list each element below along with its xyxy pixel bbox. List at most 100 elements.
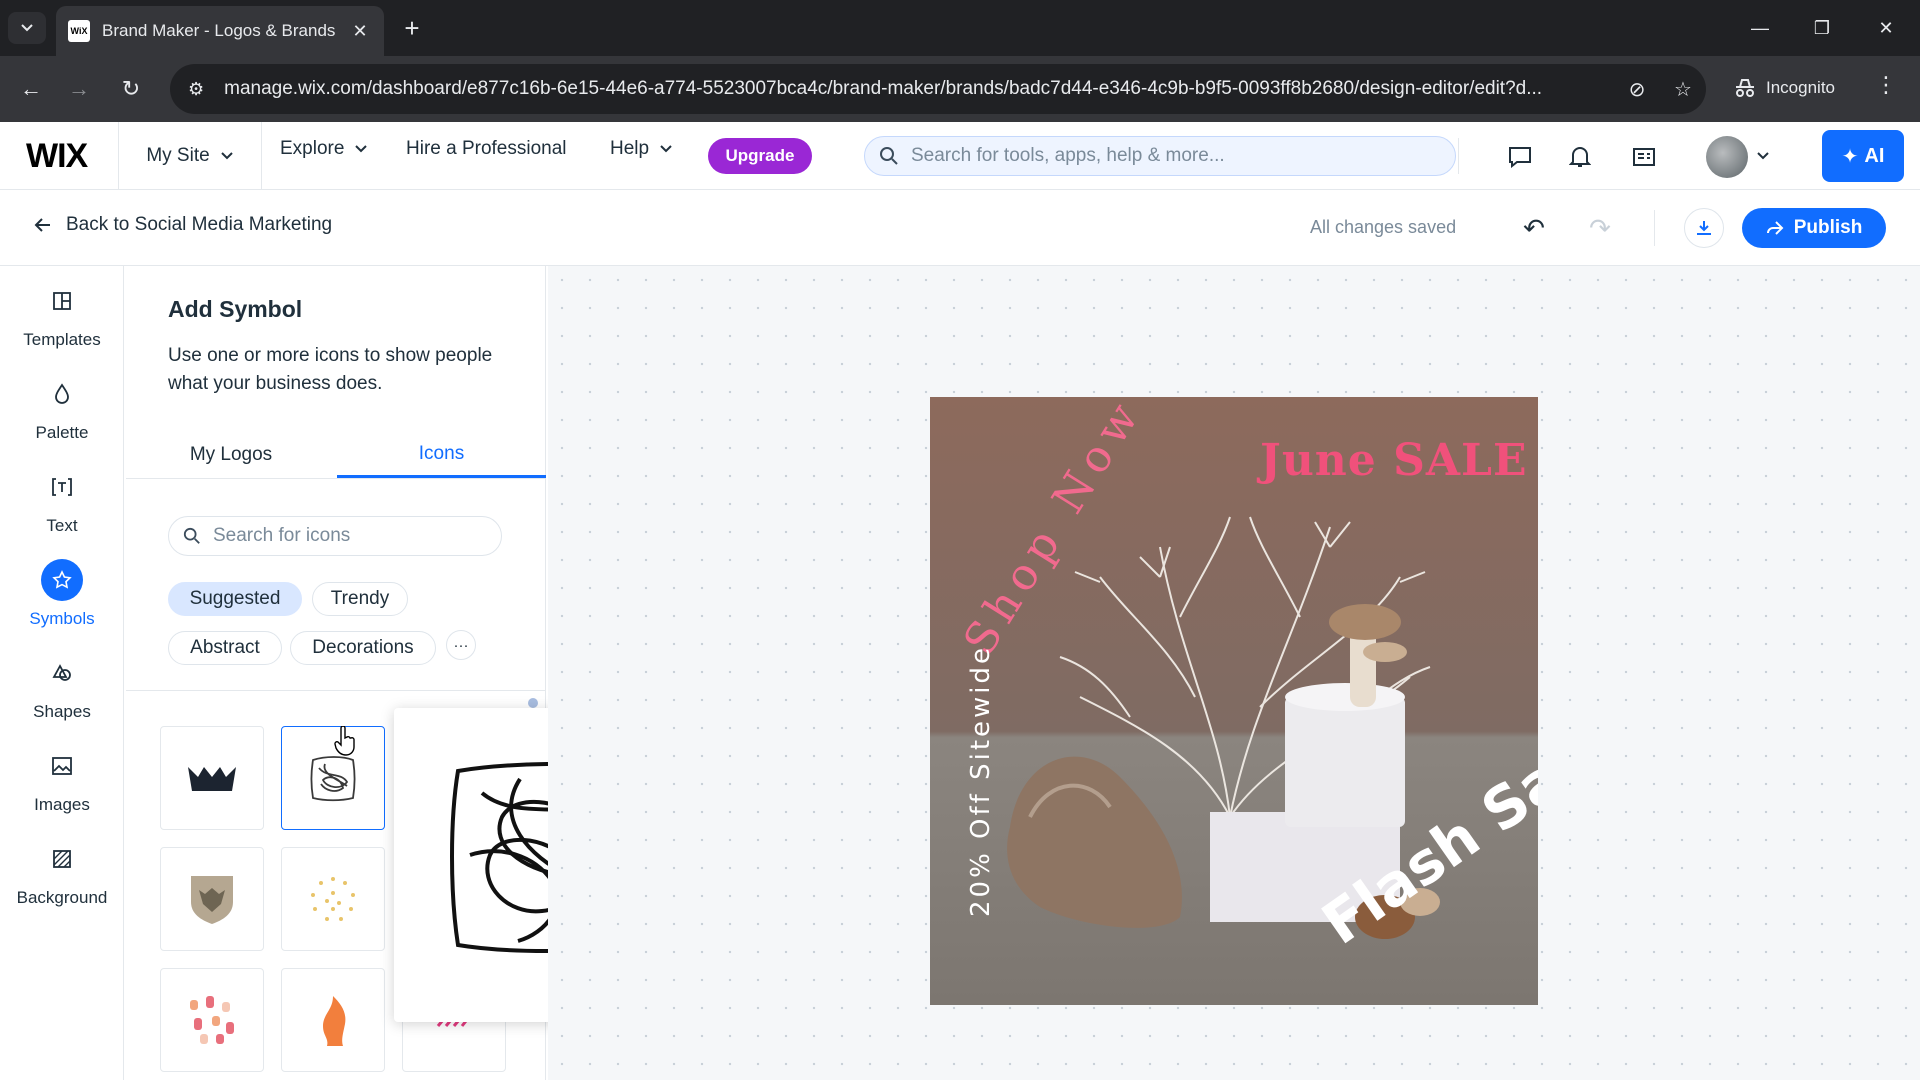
site-selector[interactable]: My Site (118, 122, 262, 190)
rail-label: Images (34, 795, 90, 814)
chip-suggested[interactable]: Suggested (168, 582, 302, 616)
confetti-icon[interactable] (160, 968, 264, 1072)
tab-search-button[interactable] (8, 12, 46, 44)
browser-tab[interactable]: WiX Brand Maker - Logos & Brands ✕ (56, 6, 384, 56)
ai-label: AI (1864, 144, 1885, 167)
site-selector-label: My Site (146, 145, 210, 166)
wix-logo[interactable]: WIX (26, 137, 88, 176)
forward-arrow-icon[interactable]: → (60, 70, 98, 108)
chevron-down-icon[interactable] (1756, 148, 1770, 166)
wix-search-bar[interactable] (864, 136, 1456, 176)
incognito-label: Incognito (1766, 78, 1835, 97)
wix-favicon-icon: WiX (68, 20, 90, 42)
rail-label: Background (16, 888, 108, 907)
star-icon (41, 559, 83, 601)
notifications-bell-icon[interactable] (1560, 140, 1600, 174)
scribble-icon[interactable] (281, 726, 385, 830)
hand-cursor-icon (334, 725, 356, 761)
background-icon (41, 838, 83, 880)
image-icon (41, 745, 83, 787)
chevron-down-icon (220, 152, 233, 160)
more-chips-button[interactable]: ··· (446, 630, 476, 660)
back-to-social-link[interactable]: Back to Social Media Marketing (34, 214, 332, 236)
help-menu[interactable]: Help (610, 138, 673, 160)
reload-icon[interactable]: ↻ (112, 70, 150, 108)
new-tab-button[interactable]: + (396, 12, 428, 44)
site-info-icon[interactable]: ⚙ (188, 79, 204, 100)
rail-label: Text (46, 516, 78, 535)
side-text[interactable]: 20% Off Sitewide (966, 645, 996, 917)
divider (1458, 138, 1459, 174)
chevron-down-icon (21, 24, 33, 32)
url-text[interactable]: manage.wix.com/dashboard/e877c16b-6e15-4… (224, 78, 1614, 100)
publish-button[interactable]: Publish (1742, 208, 1886, 248)
rail-label: Symbols (29, 609, 95, 628)
rail-item-background[interactable]: Background (0, 838, 124, 930)
flame-icon[interactable] (281, 968, 385, 1072)
close-window-icon[interactable]: ✕ (1856, 10, 1916, 46)
search-icon (880, 147, 898, 165)
tab-icons[interactable]: Icons (337, 432, 546, 478)
sparkle-icon: ✦ (1841, 145, 1859, 168)
tab-title: Brand Maker - Logos & Brands (102, 21, 336, 40)
panel-scrollbar[interactable] (528, 698, 538, 708)
ai-assistant-button[interactable]: ✦ AI (1822, 130, 1904, 182)
wix-search-input[interactable] (911, 145, 1455, 167)
undo-icon[interactable]: ↶ (1514, 210, 1554, 246)
rail-item-templates[interactable]: Templates (0, 280, 124, 372)
rail-item-images[interactable]: Images (0, 745, 124, 837)
divider (126, 478, 546, 479)
social-post-design[interactable]: June SALE Shop Now 20% Off Sitewide Flas… (930, 397, 1538, 1005)
rail-item-text[interactable]: Text (0, 466, 124, 558)
redo-icon[interactable]: ↷ (1580, 210, 1620, 246)
download-icon (1697, 221, 1711, 235)
restore-icon[interactable]: ❐ (1792, 10, 1852, 46)
panel-title: Add Symbol (168, 296, 303, 322)
browser-menu-icon[interactable]: ⋮ (1870, 72, 1902, 98)
minimize-icon[interactable]: — (1730, 10, 1790, 46)
help-label: Help (610, 138, 650, 159)
lion-shield-icon[interactable] (160, 847, 264, 951)
divider (1654, 210, 1655, 246)
incognito-icon (1736, 79, 1754, 97)
back-label: Back to Social Media Marketing (66, 214, 333, 235)
explore-label: Explore (280, 138, 345, 159)
chip-abstract[interactable]: Abstract (168, 631, 282, 665)
upgrade-button[interactable]: Upgrade (708, 138, 812, 174)
product-photo (930, 397, 1538, 1005)
dots-circle-icon[interactable] (281, 847, 385, 951)
back-arrow-icon[interactable]: ← (12, 70, 50, 108)
templates-icon (41, 280, 83, 322)
rail-item-symbols[interactable]: Symbols (0, 559, 124, 651)
tab-my-logos[interactable]: My Logos (126, 432, 336, 478)
rail-item-shapes[interactable]: Shapes (0, 652, 124, 744)
crown-icon[interactable] (160, 726, 264, 830)
download-button[interactable] (1684, 208, 1724, 248)
icon-search-input[interactable] (213, 525, 501, 547)
hire-professional-link[interactable]: Hire a Professional (406, 138, 567, 160)
incognito-indicator[interactable]: Incognito (1724, 66, 1850, 110)
share-arrow-icon (1766, 221, 1784, 235)
save-status: All changes saved (1310, 217, 1457, 237)
chip-decorations[interactable]: Decorations (290, 631, 436, 665)
panel-description: Use one or more icons to show people wha… (168, 345, 493, 394)
close-tab-icon[interactable]: ✕ (348, 21, 372, 42)
rail-label: Shapes (33, 702, 91, 721)
search-icon (183, 527, 200, 544)
chip-trendy[interactable]: Trendy (312, 582, 408, 616)
hire-professional-label: Hire a Professional (406, 138, 567, 159)
rail-item-palette[interactable]: Palette (0, 373, 124, 465)
icon-search-field[interactable] (168, 516, 502, 556)
chat-icon[interactable] (1500, 140, 1540, 174)
avatar[interactable] (1706, 136, 1748, 178)
arrow-left-icon (34, 218, 50, 232)
headline-text[interactable]: June SALE (1260, 435, 1528, 486)
rail-label: Templates (23, 330, 101, 349)
publish-label: Publish (1793, 217, 1863, 238)
eye-off-icon[interactable]: ⊘ (1614, 77, 1660, 102)
inbox-icon[interactable] (1624, 140, 1664, 174)
chevron-down-icon (660, 145, 672, 153)
bookmark-star-icon[interactable]: ☆ (1660, 77, 1706, 102)
address-bar[interactable]: ⚙ manage.wix.com/dashboard/e877c16b-6e15… (170, 64, 1706, 114)
explore-menu[interactable]: Explore (280, 138, 368, 160)
